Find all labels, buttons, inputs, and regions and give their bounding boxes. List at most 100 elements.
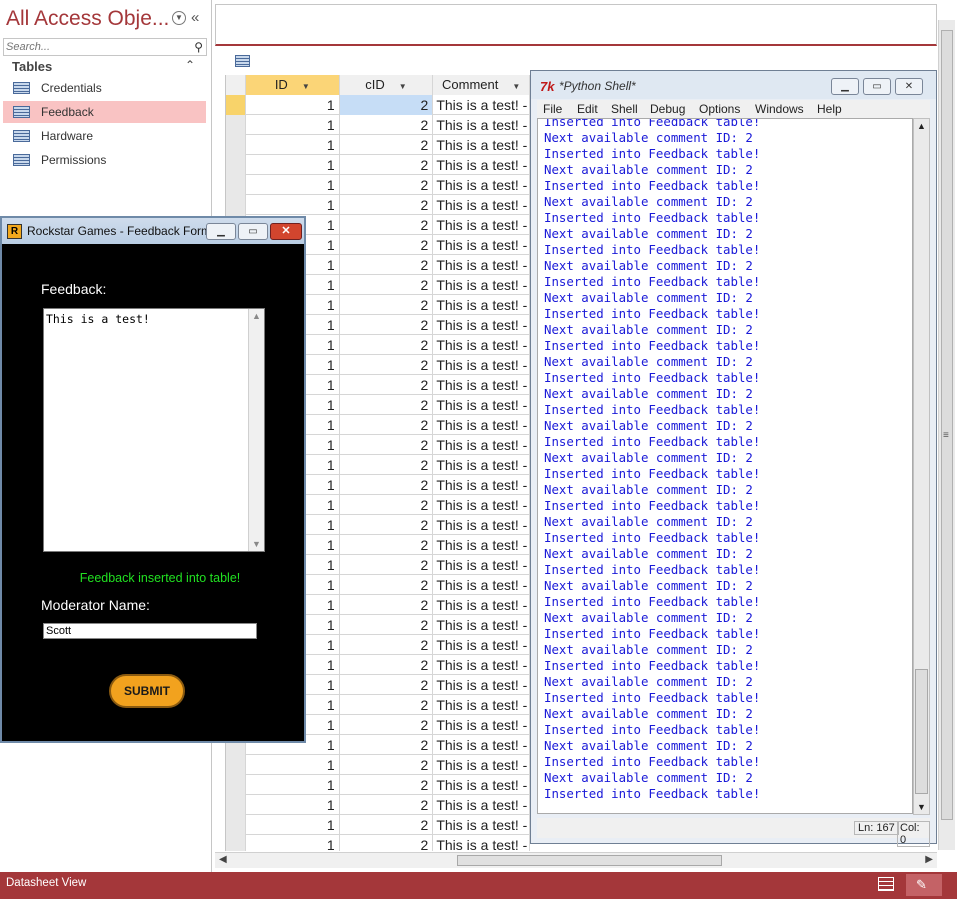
cell-cid[interactable]: 2	[340, 195, 434, 215]
dropdown-arrow-icon[interactable]: ▼	[399, 82, 407, 91]
scrollbar-thumb[interactable]	[915, 669, 928, 794]
record-selector[interactable]	[226, 815, 246, 835]
table-row[interactable]: 1 2 This is a test! -	[226, 755, 530, 775]
cell-id[interactable]: 1	[246, 195, 340, 215]
cell-cid[interactable]: 2	[340, 255, 434, 275]
cell-cid[interactable]: 2	[340, 695, 434, 715]
cell-comment[interactable]: This is a test! -	[433, 715, 530, 735]
cell-cid[interactable]: 2	[340, 155, 434, 175]
feedback-textarea[interactable]: This is a test!	[46, 312, 246, 548]
cell-id[interactable]: 1	[246, 795, 340, 815]
cell-cid[interactable]: 2	[340, 495, 434, 515]
menu-shell[interactable]: Shell	[611, 102, 638, 116]
nav-item-hardware[interactable]: Hardware	[3, 125, 206, 147]
cell-id[interactable]: 1	[246, 835, 340, 851]
nav-group-tables[interactable]: Tables	[12, 59, 52, 74]
table-row[interactable]: 1 2 This is a test! -	[226, 835, 530, 851]
cell-comment[interactable]: This is a test! -	[433, 635, 530, 655]
textarea-scrollbar[interactable]: ▲ ▼	[248, 309, 264, 551]
menu-edit[interactable]: Edit	[577, 102, 598, 116]
cell-id[interactable]: 1	[246, 815, 340, 835]
cell-comment[interactable]: This is a test! -	[433, 595, 530, 615]
cell-cid[interactable]: 2	[340, 615, 434, 635]
scrollbar-thumb[interactable]	[457, 855, 722, 866]
feedback-form-titlebar[interactable]: R Rockstar Games - Feedback Form ▁ ▭ ✕	[2, 218, 304, 244]
column-header-cid[interactable]: cID ▼	[339, 75, 434, 95]
cell-comment[interactable]: This is a test! -	[433, 555, 530, 575]
close-button[interactable]: ✕	[895, 78, 923, 95]
cell-cid[interactable]: 2	[340, 775, 434, 795]
cell-id[interactable]: 1	[246, 775, 340, 795]
submit-button[interactable]: SUBMIT	[109, 674, 185, 708]
python-shell-titlebar[interactable]: 7k *Python Shell* ▁ ▭ ✕	[531, 71, 936, 99]
shell-vertical-scrollbar[interactable]: ▲ ▼	[913, 118, 930, 815]
cell-comment[interactable]: This is a test! -	[433, 755, 530, 775]
document-horizontal-scrollbar[interactable]: ◀ ▶	[215, 852, 937, 868]
cell-comment[interactable]: This is a test! -	[433, 615, 530, 635]
cell-comment[interactable]: This is a test! -	[433, 295, 530, 315]
cell-comment[interactable]: This is a test! -	[433, 415, 530, 435]
cell-cid[interactable]: 2	[340, 555, 434, 575]
record-selector[interactable]	[226, 795, 246, 815]
record-selector[interactable]	[226, 755, 246, 775]
cell-comment[interactable]: This is a test! -	[433, 675, 530, 695]
scroll-up-icon[interactable]: ▲	[252, 311, 261, 321]
table-row[interactable]: 1 2 This is a test! -	[226, 775, 530, 795]
cell-cid[interactable]: 2	[340, 415, 434, 435]
table-row[interactable]: 1 2 This is a test! -	[226, 115, 530, 135]
nav-item-permissions[interactable]: Permissions	[3, 149, 206, 171]
cell-cid[interactable]: 2	[340, 635, 434, 655]
cell-comment[interactable]: This is a test! -	[433, 815, 530, 835]
dropdown-arrow-icon[interactable]: ▼	[302, 82, 310, 91]
cell-comment[interactable]: This is a test! -	[433, 795, 530, 815]
nav-dropdown-icon[interactable]: ▼	[172, 11, 186, 25]
scroll-down-icon[interactable]: ▼	[917, 802, 926, 812]
shell-output-area[interactable]: Inserted into Feedback table! Next availa…	[537, 118, 913, 814]
cell-comment[interactable]: This is a test! -	[433, 215, 530, 235]
cell-comment[interactable]: This is a test! -	[433, 275, 530, 295]
cell-comment[interactable]: This is a test! -	[433, 495, 530, 515]
menu-options[interactable]: Options	[699, 102, 740, 116]
maximize-button[interactable]: ▭	[238, 223, 268, 240]
column-header-comment[interactable]: Comment ▼	[433, 75, 530, 95]
maximize-button[interactable]: ▭	[863, 78, 891, 95]
select-all-corner[interactable]	[226, 75, 246, 95]
cell-cid[interactable]: 2	[340, 575, 434, 595]
nav-search-input[interactable]	[6, 40, 186, 54]
table-row[interactable]: 1 2 This is a test! -	[226, 135, 530, 155]
cell-cid[interactable]: 2	[340, 515, 434, 535]
minimize-button[interactable]: ▁	[206, 223, 236, 240]
cell-cid[interactable]: 2	[340, 455, 434, 475]
cell-comment[interactable]: This is a test! -	[433, 655, 530, 675]
cell-comment[interactable]: This is a test! -	[433, 475, 530, 495]
cell-cid[interactable]: 2	[340, 375, 434, 395]
nav-item-feedback[interactable]: Feedback	[3, 101, 206, 123]
cell-comment[interactable]: This is a test! -	[433, 775, 530, 795]
record-selector[interactable]	[226, 835, 246, 851]
close-button[interactable]: ✕	[270, 223, 302, 240]
cell-comment[interactable]: This is a test! -	[433, 195, 530, 215]
scroll-up-icon[interactable]: ▲	[917, 121, 926, 131]
cell-comment[interactable]: This is a test! -	[433, 175, 530, 195]
chevron-up-icon[interactable]: ⌃	[185, 58, 195, 72]
document-vertical-scrollbar[interactable]: ≡	[938, 20, 955, 850]
cell-cid[interactable]: 2	[340, 295, 434, 315]
cell-cid[interactable]: 2	[340, 315, 434, 335]
cell-id[interactable]: 1	[246, 115, 340, 135]
scroll-left-icon[interactable]: ◀	[219, 854, 227, 865]
record-selector[interactable]	[226, 115, 246, 135]
minimize-button[interactable]: ▁	[831, 78, 859, 95]
cell-comment[interactable]: This is a test! -	[433, 435, 530, 455]
cell-comment[interactable]: This is a test! -	[433, 835, 530, 851]
cell-cid[interactable]: 2	[340, 675, 434, 695]
menu-help[interactable]: Help	[817, 102, 842, 116]
menu-file[interactable]: File	[543, 102, 562, 116]
cell-comment[interactable]: This is a test! -	[433, 735, 530, 755]
cell-comment[interactable]: This is a test! -	[433, 515, 530, 535]
table-row[interactable]: 1 2 This is a test! -	[226, 95, 530, 115]
cell-cid[interactable]: 2	[340, 535, 434, 555]
cell-comment[interactable]: This is a test! -	[433, 695, 530, 715]
datasheet-view-icon[interactable]	[878, 877, 894, 891]
collapse-pane-icon[interactable]: «	[191, 9, 199, 26]
cell-comment[interactable]: This is a test! -	[433, 335, 530, 355]
